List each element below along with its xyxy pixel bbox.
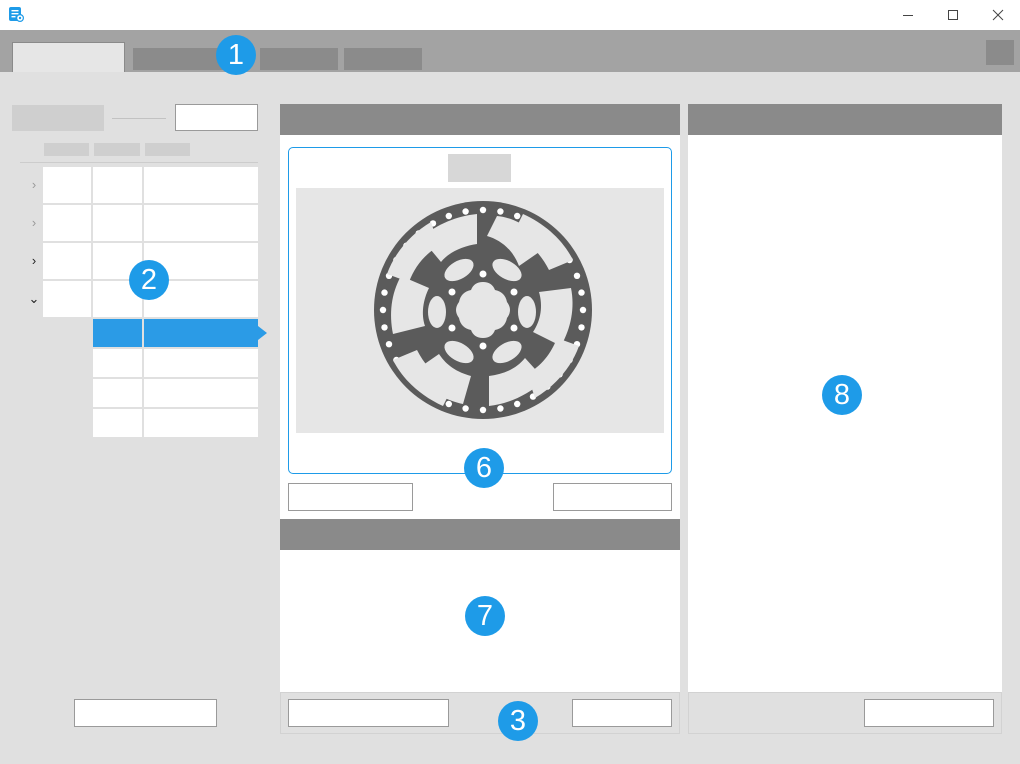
table-cell[interactable] (93, 409, 142, 437)
callout-badge: 2 (129, 260, 169, 300)
table-cell[interactable] (43, 205, 91, 241)
maximize-button[interactable] (930, 0, 976, 30)
table-cell[interactable] (93, 205, 142, 241)
app-document-icon (8, 6, 25, 23)
tab-3[interactable] (260, 48, 338, 70)
minimize-icon (903, 15, 913, 16)
column-header (44, 143, 89, 156)
right-panel-header (688, 104, 1002, 135)
tab-bar (0, 30, 1020, 72)
tab-1[interactable] (12, 42, 125, 72)
callout-badge: 7 (465, 596, 505, 636)
right-footer-button[interactable] (864, 699, 994, 727)
column-header (94, 143, 140, 156)
preview-right-button[interactable] (553, 483, 672, 511)
preview-left-button[interactable] (288, 483, 413, 511)
tab-4[interactable] (344, 48, 422, 70)
tab-bar-action-button[interactable] (986, 40, 1014, 65)
minimize-button[interactable] (885, 0, 931, 30)
selected-row-cell[interactable] (144, 319, 258, 347)
table-cell[interactable] (93, 167, 142, 203)
chevron-right-icon[interactable]: › (28, 254, 40, 267)
table-cell[interactable] (144, 349, 258, 377)
selected-row-cell[interactable] (93, 319, 142, 347)
left-panel-button[interactable] (74, 699, 217, 727)
column-header (145, 143, 190, 156)
table-cell[interactable] (93, 379, 142, 407)
close-button[interactable] (975, 0, 1020, 30)
table-cell[interactable] (43, 281, 91, 317)
center-footer-left-button[interactable] (288, 699, 449, 727)
close-icon (992, 9, 1004, 21)
selection-arrow-icon (258, 326, 267, 340)
chevron-right-icon[interactable]: › (28, 216, 40, 229)
table-cell[interactable] (144, 379, 258, 407)
table-cell[interactable] (144, 409, 258, 437)
chevron-right-icon[interactable]: › (28, 178, 40, 191)
preview-title-placeholder (448, 154, 511, 182)
header-divider (20, 162, 258, 163)
filter-button[interactable] (175, 104, 258, 131)
divider (112, 118, 166, 119)
table-cell[interactable] (43, 243, 91, 279)
callout-badge: 6 (464, 448, 504, 488)
table-cell[interactable] (43, 167, 91, 203)
table-cell[interactable] (93, 349, 142, 377)
callout-badge: 1 (216, 35, 256, 75)
filter-label (12, 105, 104, 131)
maximize-icon (948, 10, 958, 20)
preview-image-area (296, 188, 664, 433)
title-bar (0, 0, 1020, 30)
center-footer-right-button[interactable] (572, 699, 672, 727)
table-cell[interactable] (144, 167, 258, 203)
chevron-down-icon[interactable]: ⌄ (28, 292, 40, 305)
callout-badge: 8 (822, 375, 862, 415)
callout-badge: 3 (498, 701, 538, 741)
preview-panel-header (280, 104, 680, 135)
brake-disc-rotor-image (374, 201, 592, 419)
table-cell[interactable] (144, 205, 258, 241)
details-panel-header (280, 519, 680, 550)
